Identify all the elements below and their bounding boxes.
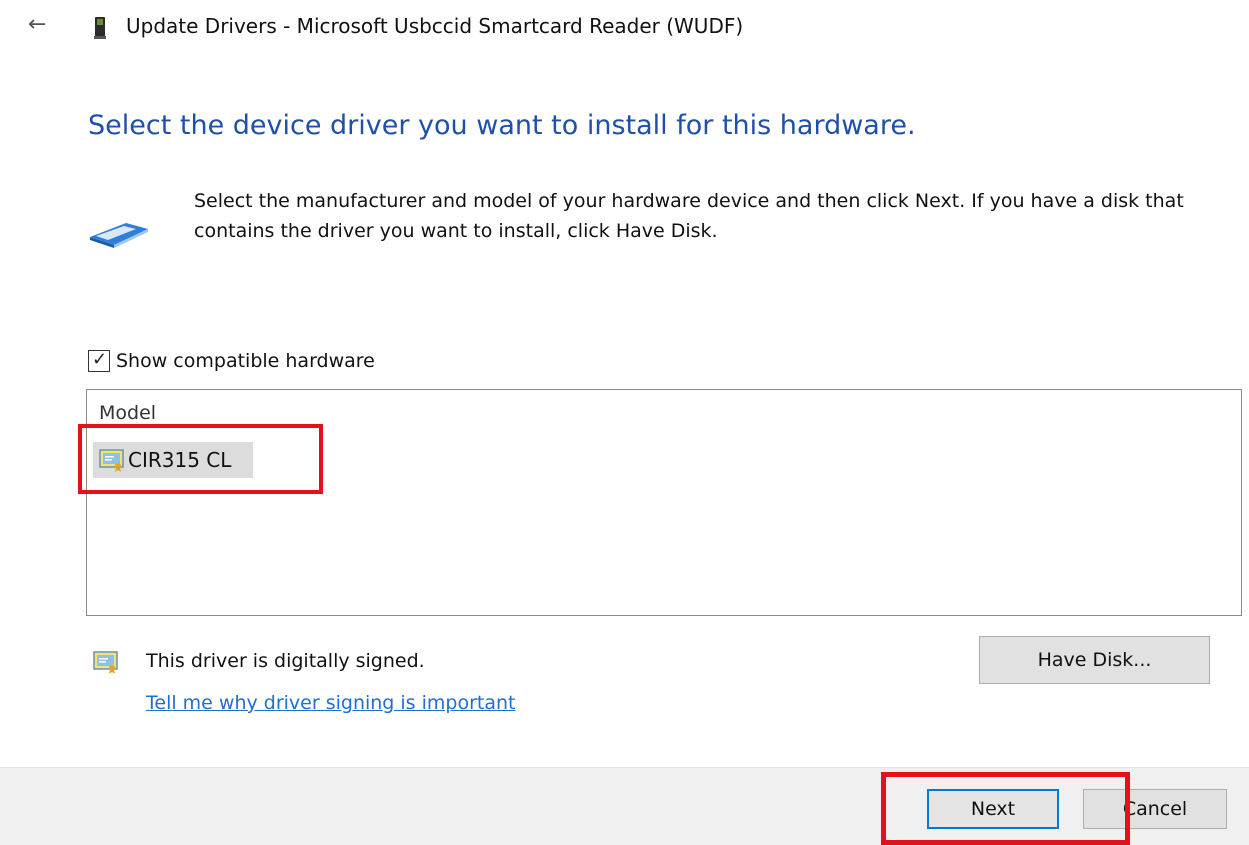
checkbox-label: Show compatible hardware xyxy=(116,350,375,372)
window-title: Update Drivers - Microsoft Usbccid Smart… xyxy=(126,14,744,38)
certificate-icon xyxy=(99,449,124,472)
signed-status-text: This driver is digitally signed. xyxy=(146,650,425,672)
signed-certificate-icon xyxy=(93,651,118,674)
smartcard-reader-icon xyxy=(94,17,106,39)
show-compatible-hardware-checkbox[interactable]: ✓ Show compatible hardware xyxy=(88,349,375,372)
list-item-cir315-cl[interactable]: CIR315 CL xyxy=(93,442,253,478)
page-heading: Select the device driver you want to ins… xyxy=(88,110,916,141)
next-button[interactable]: Next xyxy=(927,789,1059,829)
have-disk-button[interactable]: Have Disk... xyxy=(979,636,1210,684)
dialog-footer xyxy=(0,767,1249,845)
driver-signing-link[interactable]: Tell me why driver signing is important xyxy=(146,692,516,714)
back-arrow-icon[interactable]: ← xyxy=(28,14,50,36)
model-list[interactable]: Model CIR315 CL xyxy=(86,389,1242,616)
instruction-text: Select the manufacturer and model of you… xyxy=(194,190,1184,242)
list-item-label: CIR315 CL xyxy=(128,448,232,472)
checkbox-box[interactable]: ✓ xyxy=(88,349,110,372)
hardware-device-icon xyxy=(90,223,148,248)
checkmark-icon: ✓ xyxy=(92,349,108,370)
cancel-button[interactable]: Cancel xyxy=(1083,789,1227,829)
model-column-header: Model xyxy=(99,402,157,424)
